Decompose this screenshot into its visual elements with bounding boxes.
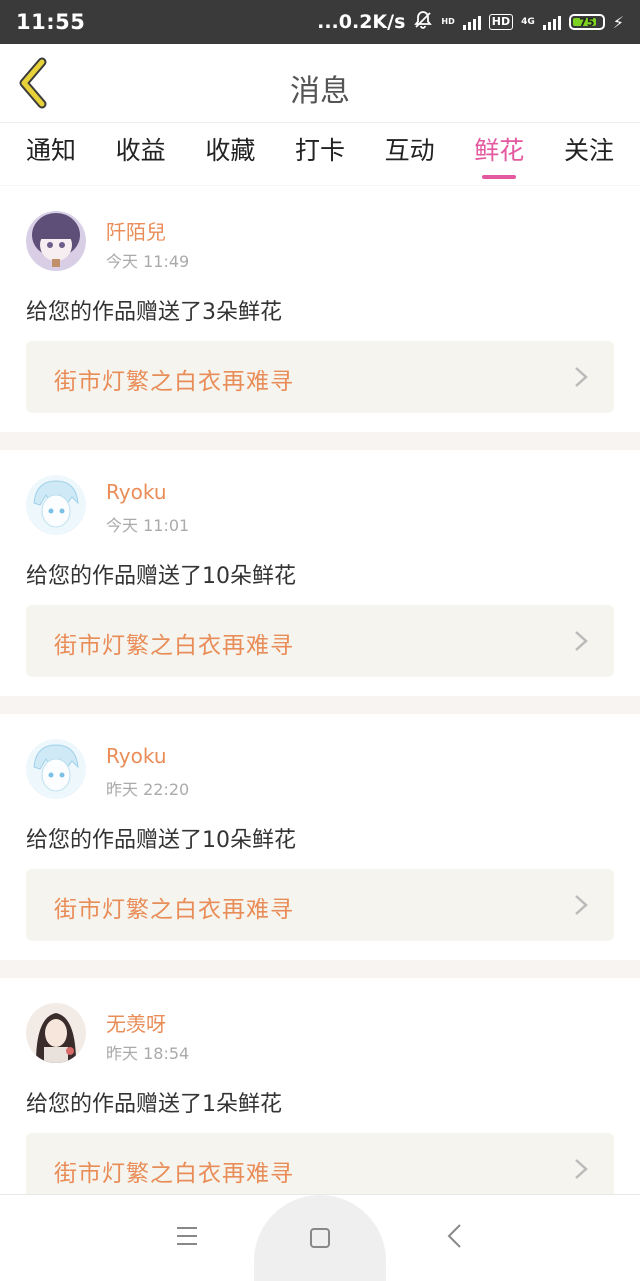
tab-notifications[interactable]: 通知: [26, 123, 76, 185]
tab-interaction[interactable]: 互动: [385, 123, 435, 185]
timestamp: 昨天 22:20: [106, 780, 190, 799]
avatar[interactable]: [26, 475, 86, 535]
message-card: Ryoku 今天 11:01 给您的作品赠送了10朵鲜花 街市灯繁之白衣再难寻: [0, 450, 640, 696]
message-text: 给您的作品赠送了3朵鲜花: [26, 300, 282, 325]
username[interactable]: Ryoku: [106, 744, 167, 768]
work-title: 街市灯繁之白衣再难寻: [54, 633, 294, 659]
message-card: 无羡呀 昨天 18:54 给您的作品赠送了1朵鲜花 街市灯繁之白衣再难寻: [0, 978, 640, 1224]
tab-favorites[interactable]: 收藏: [205, 123, 255, 185]
timestamp: 今天 11:49: [106, 252, 190, 271]
battery-icon: 75: [568, 14, 605, 30]
hd-signal: HD: [441, 17, 454, 27]
tab-bar: 通知 收益 收藏 打卡 互动 鲜花 关注: [0, 123, 640, 185]
timestamp: 昨天 18:54: [106, 1044, 190, 1063]
status-time: 11:55: [16, 10, 86, 34]
battery-level: 75: [579, 15, 595, 29]
message-list: 阡陌兒 今天 11:49 给您的作品赠送了3朵鲜花 街市灯繁之白衣再难寻 Ryo…: [0, 186, 640, 1242]
chevron-right-icon: [575, 1159, 588, 1179]
chevron-right-icon: [575, 895, 588, 915]
network-type: 4G: [521, 17, 535, 27]
tab-follow[interactable]: 关注: [564, 123, 614, 185]
work-link[interactable]: 街市灯繁之白衣再难寻: [26, 605, 614, 677]
work-title: 街市灯繁之白衣再难寻: [54, 897, 294, 923]
message-text: 给您的作品赠送了10朵鲜花: [26, 564, 296, 589]
avatar[interactable]: [26, 211, 86, 271]
username[interactable]: 无羡呀: [106, 1008, 166, 1037]
chevron-right-icon: [575, 631, 588, 651]
message-card: 阡陌兒 今天 11:49 给您的作品赠送了3朵鲜花 街市灯繁之白衣再难寻: [0, 186, 640, 432]
message-text: 给您的作品赠送了10朵鲜花: [26, 828, 296, 853]
work-link[interactable]: 街市灯繁之白衣再难寻: [26, 869, 614, 941]
hd-badge: HD: [488, 14, 514, 30]
tab-earnings[interactable]: 收益: [116, 123, 166, 185]
tab-flowers[interactable]: 鲜花: [474, 123, 524, 185]
message-text: 给您的作品赠送了1朵鲜花: [26, 1092, 282, 1117]
username[interactable]: Ryoku: [106, 480, 167, 504]
app-header: 消息: [0, 44, 640, 123]
work-title: 街市灯繁之白衣再难寻: [54, 1161, 294, 1187]
chevron-right-icon: [575, 367, 588, 387]
network-speed: ...0.2K/s: [317, 11, 406, 33]
menu-icon[interactable]: [176, 1225, 198, 1247]
charging-icon: ⚡: [612, 12, 624, 32]
tab-checkin[interactable]: 打卡: [295, 123, 345, 185]
hd-icon: HD: [441, 17, 455, 26]
signal-icon: [462, 14, 481, 30]
timestamp: 今天 11:01: [106, 516, 190, 535]
message-card: Ryoku 昨天 22:20 给您的作品赠送了10朵鲜花 街市灯繁之白衣再难寻: [0, 714, 640, 960]
home-square-icon[interactable]: [309, 1227, 331, 1249]
signal-4g-icon: [542, 14, 561, 30]
work-link[interactable]: 街市灯繁之白衣再难寻: [26, 341, 614, 413]
avatar[interactable]: [26, 739, 86, 799]
back-triangle-icon[interactable]: [446, 1223, 462, 1249]
avatar[interactable]: [26, 1003, 86, 1063]
system-nav-bar: [0, 1194, 640, 1281]
work-title: 街市灯繁之白衣再难寻: [54, 369, 294, 395]
status-icons: ...0.2K/s HD HD 4G 75 ⚡: [317, 10, 624, 35]
status-bar: 11:55 ...0.2K/s HD HD 4G 75 ⚡: [0, 0, 640, 44]
username[interactable]: 阡陌兒: [106, 216, 166, 245]
page-title: 消息: [290, 74, 350, 109]
mute-bell-icon: [413, 10, 433, 35]
